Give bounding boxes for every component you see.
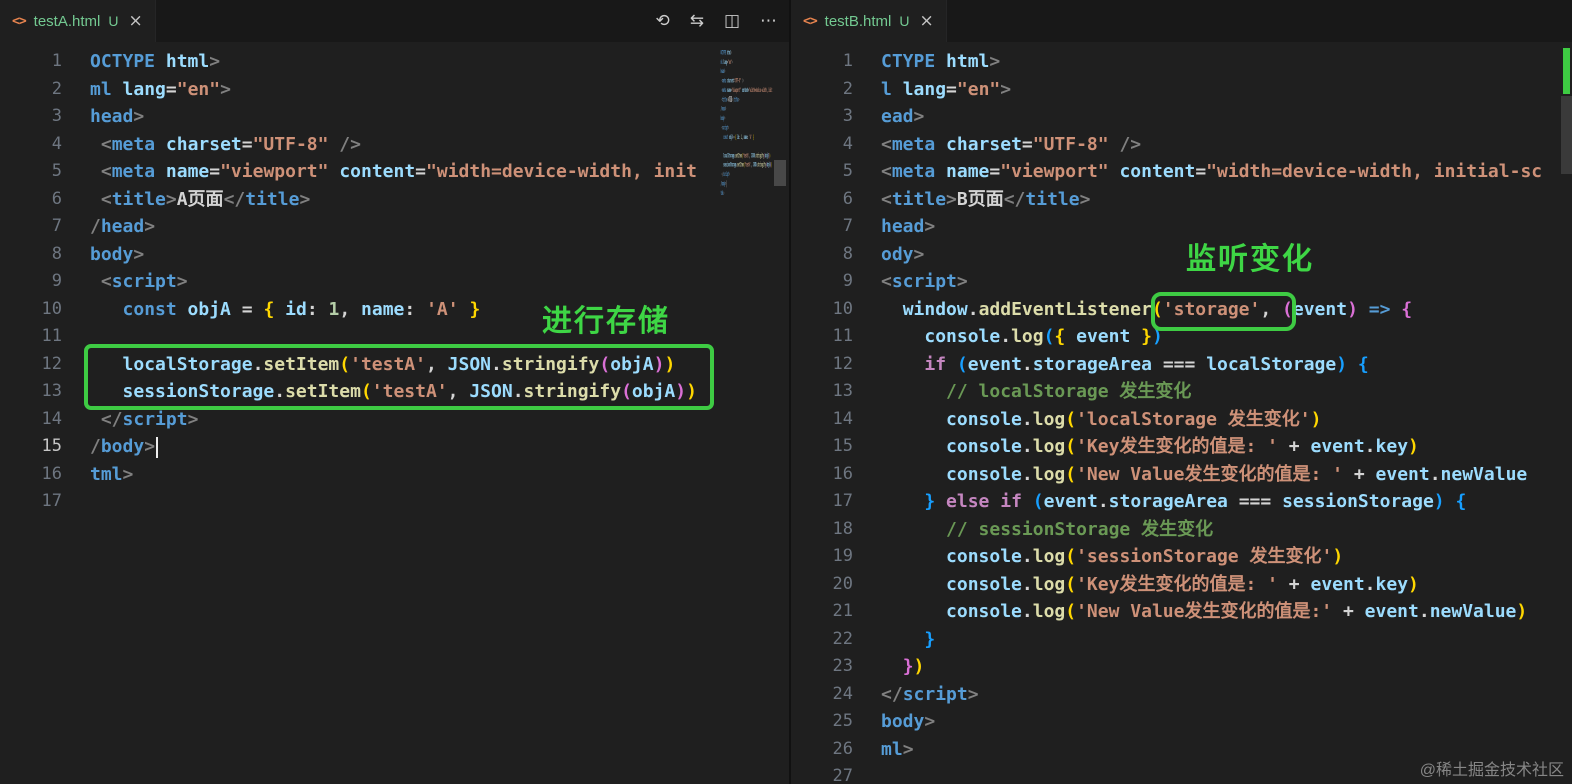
- tabbar-right: <> testB.html U ×: [791, 0, 1572, 42]
- more-actions-icon[interactable]: ⋯: [760, 11, 777, 31]
- tab-label-testB: testB.html: [824, 12, 892, 30]
- left-code[interactable]: 1 OCTYPE html> 2 ml lang="en"> 3 head> 4 <meta…: [0, 42, 789, 784]
- code-line: 20 console.log('Key发生变化的值是: ' + event.ke…: [832, 573, 1419, 595]
- code-line: 8 body>: [51, 243, 145, 265]
- code-line: 17: [41, 491, 62, 511]
- close-icon[interactable]: ×: [919, 11, 933, 31]
- timeline-icon[interactable]: ⟲: [655, 11, 669, 31]
- code-line: 8 ody>: [842, 243, 925, 265]
- code-line: 6 <title>A页面</title>: [51, 188, 311, 210]
- open-changes-icon[interactable]: ⇆: [690, 11, 704, 31]
- code-line: 9 <script>: [842, 271, 968, 292]
- code-line: 25 body>: [832, 711, 936, 732]
- code-line: 7 head>: [842, 216, 936, 237]
- code-line: 10 const objA = { id: 1, name: 'A' }: [41, 298, 481, 320]
- code-line: 23 }): [832, 656, 925, 677]
- code-line: 16 console.log('New Value发生变化的值是: ' + ev…: [832, 463, 1528, 485]
- code-line: 12 localStorage.setItem('testA', JSON.st…: [41, 353, 676, 375]
- close-icon[interactable]: ×: [128, 11, 142, 31]
- code-line: 11: [41, 326, 62, 346]
- code-line: 11 console.log({ event }): [832, 326, 1163, 347]
- tab-testA[interactable]: <> testA.html U ×: [0, 0, 156, 42]
- tabbar-left: <> testA.html U × ⟲ ⇆ ◫ ⋯: [0, 0, 789, 42]
- right-code[interactable]: 1 CTYPE html> 2 l lang="en"> 3 ead> 4 <meta cha…: [791, 42, 1572, 784]
- code-line: 15 console.log('Key发生变化的值是: ' + event.ke…: [832, 436, 1419, 457]
- code-line: 13 // localStorage 发生变化: [832, 381, 1192, 402]
- code-line: 7/head>: [51, 216, 156, 237]
- code-line: 6 <title>B页面</title>: [842, 188, 1091, 210]
- code-line: 19 console.log('sessionStorage 发生变化'): [832, 546, 1344, 567]
- code-line: 22 }: [832, 628, 936, 650]
- code-line: 15/body>: [0, 433, 789, 461]
- code-line: 12 if (event.storageArea === localStorag…: [832, 353, 1369, 375]
- html-file-icon: <>: [12, 13, 27, 29]
- code-line: 18 // sessionStorage 发生变化: [832, 518, 1214, 540]
- code-line: 2l lang="en">: [842, 78, 1012, 100]
- editor-toolbar-left: ⟲ ⇆ ◫ ⋯: [655, 0, 777, 42]
- right-scrollbar-thumb[interactable]: [1561, 96, 1572, 174]
- code-line: 10 window.addEventListener('storage', (e…: [832, 298, 1413, 320]
- code-line: 5 <meta name="viewport" content="width=d…: [51, 161, 697, 182]
- split-editor-icon[interactable]: ◫: [724, 11, 740, 31]
- code-line: 3 head>: [51, 106, 145, 127]
- tab-testB[interactable]: <> testB.html U ×: [791, 0, 947, 42]
- code-line: 13 sessionStorage.setItem('testA', JSON.…: [41, 381, 697, 402]
- code-line: 3 ead>: [842, 106, 925, 127]
- vscode-workbench: <> testA.html U × ⟲ ⇆ ◫ ⋯ 1 OCTYPE html> 2…: [0, 0, 1572, 784]
- code-line: 16 tml>: [41, 463, 134, 485]
- code-line: 1 CTYPE html>: [842, 51, 1001, 72]
- git-untracked-badge: U: [108, 13, 119, 29]
- git-untracked-badge: U: [899, 13, 910, 29]
- code-line: 9 <script>: [51, 271, 188, 292]
- text-cursor: [156, 436, 159, 458]
- code-line: 2 ml lang="en">: [51, 78, 231, 100]
- left-minimap[interactable]: 1OCTYPE html>2ml lang="en">3head>4 <meta…: [713, 48, 775, 238]
- tab-label-testA: testA.html: [33, 12, 101, 30]
- code-line: 14 console.log('localStorage 发生变化'): [832, 408, 1322, 430]
- code-line: 24 </script>: [832, 683, 979, 705]
- html-file-icon: <>: [803, 13, 818, 29]
- code-line: 1 OCTYPE html>: [51, 51, 221, 72]
- code-line: 4 <meta charset="UTF-8" />: [842, 133, 1142, 155]
- editor-group-right: <> testB.html U × 1 CTYPE html> 2 l lang="e…: [791, 0, 1572, 784]
- code-line: 21 console.log('New Value发生变化的值是:' + eve…: [832, 601, 1528, 622]
- code-line: 14 </script>: [41, 408, 199, 430]
- code-line: 17 } else if (event.storageArea === sess…: [832, 491, 1467, 512]
- code-line: 4 <meta charset="UTF-8" />: [51, 133, 361, 155]
- watermark: @稀土掘金技术社区: [1419, 762, 1564, 779]
- overview-ruler-mark: [1563, 48, 1570, 94]
- code-line: 5 <meta name="viewport" content="width=de…: [842, 161, 1543, 182]
- left-scrollbar-thumb[interactable]: [774, 160, 786, 186]
- editor-group-left: <> testA.html U × ⟲ ⇆ ◫ ⋯ 1 OCTYPE html> 2…: [0, 0, 791, 784]
